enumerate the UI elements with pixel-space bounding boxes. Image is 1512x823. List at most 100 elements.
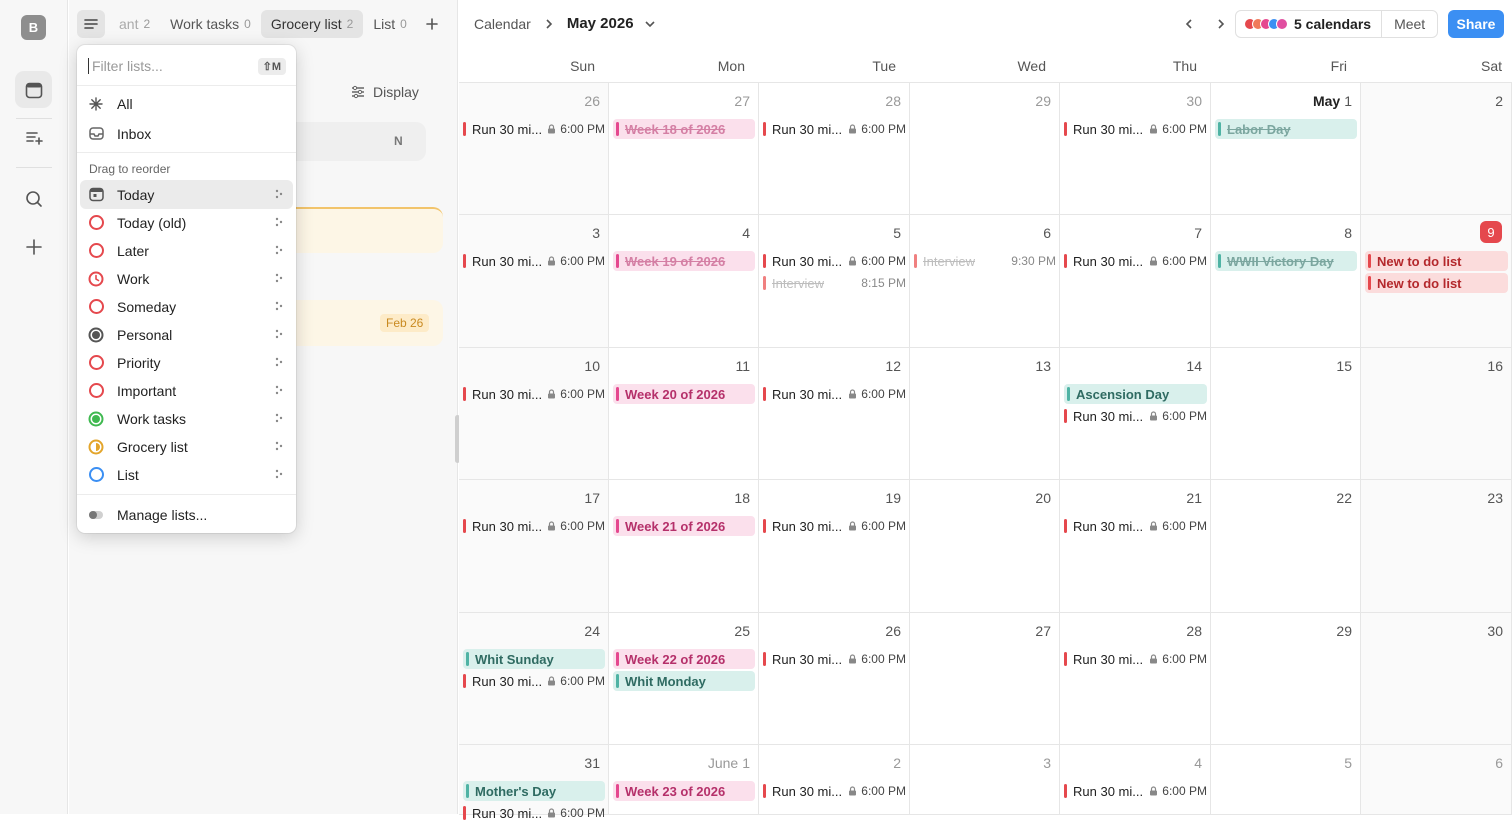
day-cell[interactable]: 13: [910, 348, 1060, 480]
avatar[interactable]: B: [21, 15, 46, 40]
meet-button[interactable]: Meet: [1381, 11, 1437, 37]
list-item-someday[interactable]: Someday: [80, 292, 293, 321]
day-cell[interactable]: 27: [910, 613, 1060, 745]
calendar-event[interactable]: Week 18 of 2026: [613, 119, 755, 139]
tab-grocery-list[interactable]: Grocery list 2: [260, 10, 364, 38]
list-item-inbox[interactable]: Inbox: [80, 119, 293, 148]
day-cell[interactable]: 31 Mother's Day Run 30 mi... 6:00 PM: [459, 745, 609, 821]
day-cell[interactable]: 2 Run 30 mi... 6:00 PM: [759, 745, 910, 815]
day-cell[interactable]: 5: [1211, 745, 1361, 815]
add-button[interactable]: [15, 228, 52, 265]
calendar-event[interactable]: Run 30 mi... 6:00 PM: [1064, 781, 1207, 801]
calendar-event[interactable]: Run 30 mi... 6:00 PM: [1064, 251, 1207, 271]
calendar-event[interactable]: Week 19 of 2026: [613, 251, 755, 271]
drag-handle-icon[interactable]: [275, 329, 283, 339]
calendar-event[interactable]: Mother's Day: [463, 781, 605, 801]
day-cell[interactable]: 4 Week 19 of 2026: [609, 215, 759, 348]
drag-handle-icon[interactable]: [275, 273, 283, 283]
day-cell[interactable]: 27 Week 18 of 2026: [609, 83, 759, 215]
task-list-nav-button[interactable]: [15, 119, 52, 156]
day-cell[interactable]: 9 New to do list New to do list: [1361, 215, 1512, 348]
day-cell[interactable]: 14 Ascension Day Run 30 mi... 6:00 PM: [1060, 348, 1211, 480]
day-cell[interactable]: 21 Run 30 mi... 6:00 PM: [1060, 480, 1211, 613]
list-item-work-tasks[interactable]: Work tasks: [80, 404, 293, 433]
day-cell[interactable]: 4 Run 30 mi... 6:00 PM: [1060, 745, 1211, 815]
calendar-event[interactable]: Week 21 of 2026: [613, 516, 755, 536]
list-item-today-old[interactable]: Today (old): [80, 208, 293, 237]
drag-handle-icon[interactable]: [275, 217, 283, 227]
day-cell[interactable]: 2: [1361, 83, 1512, 215]
calendar-event[interactable]: Run 30 mi... 6:00 PM: [463, 803, 605, 823]
calendar-event[interactable]: Run 30 mi... 6:00 PM: [763, 119, 906, 139]
day-cell[interactable]: 16: [1361, 348, 1512, 480]
calendar-event[interactable]: Run 30 mi... 6:00 PM: [463, 384, 605, 404]
day-cell[interactable]: 23: [1361, 480, 1512, 613]
day-cell[interactable]: 18 Week 21 of 2026: [609, 480, 759, 613]
day-cell[interactable]: 6: [1361, 745, 1512, 815]
day-cell[interactable]: 11 Week 20 of 2026: [609, 348, 759, 480]
day-cell[interactable]: 3: [910, 745, 1060, 815]
manage-lists-button[interactable]: Manage lists...: [80, 500, 293, 529]
drag-handle-icon[interactable]: [275, 245, 283, 255]
calendar-event[interactable]: Run 30 mi... 6:00 PM: [1064, 119, 1207, 139]
list-item-grocery-list[interactable]: Grocery list: [80, 432, 293, 461]
calendar-event[interactable]: New to do list: [1365, 251, 1508, 271]
day-cell[interactable]: 8 WWII Victory Day: [1211, 215, 1361, 348]
previous-month-button[interactable]: [1173, 12, 1205, 36]
calendar-event[interactable]: Ascension Day: [1064, 384, 1207, 404]
day-cell[interactable]: 30 Run 30 mi... 6:00 PM: [1060, 83, 1211, 215]
day-cell[interactable]: 7 Run 30 mi... 6:00 PM: [1060, 215, 1211, 348]
day-cell[interactable]: 25 Week 22 of 2026 Whit Monday: [609, 613, 759, 745]
calendar-event[interactable]: Week 23 of 2026: [613, 781, 755, 801]
list-item-list[interactable]: List: [80, 460, 293, 489]
add-list-button[interactable]: [421, 10, 443, 38]
calendar-event[interactable]: Interview 9:30 PM: [914, 251, 1056, 271]
lists-menu-button[interactable]: [77, 10, 105, 38]
day-cell[interactable]: 6 Interview 9:30 PM: [910, 215, 1060, 348]
search-button[interactable]: [15, 180, 52, 217]
share-button[interactable]: Share: [1448, 10, 1504, 38]
list-item-later[interactable]: Later: [80, 236, 293, 265]
calendars-button[interactable]: 5 calendars: [1294, 16, 1371, 32]
day-cell[interactable]: 28 Run 30 mi... 6:00 PM: [759, 83, 910, 215]
calendar-event[interactable]: Whit Monday: [613, 671, 755, 691]
day-cell[interactable]: 26 Run 30 mi... 6:00 PM: [759, 613, 910, 745]
drag-handle-icon[interactable]: [275, 441, 283, 451]
day-cell[interactable]: 26 Run 30 mi... 6:00 PM: [459, 83, 609, 215]
calendar-color-dots[interactable]: [1244, 18, 1288, 30]
drag-handle-icon[interactable]: [275, 189, 283, 199]
drag-handle-icon[interactable]: [275, 385, 283, 395]
day-cell[interactable]: 3 Run 30 mi... 6:00 PM: [459, 215, 609, 348]
calendar-event[interactable]: Whit Sunday: [463, 649, 605, 669]
calendar-event[interactable]: Run 30 mi... 6:00 PM: [463, 516, 605, 536]
list-item-all[interactable]: All: [80, 89, 293, 118]
day-cell[interactable]: 17 Run 30 mi... 6:00 PM: [459, 480, 609, 613]
day-cell[interactable]: May 1 Labor Day: [1211, 83, 1361, 215]
day-cell[interactable]: 10 Run 30 mi... 6:00 PM: [459, 348, 609, 480]
day-cell[interactable]: 15: [1211, 348, 1361, 480]
calendar-event[interactable]: WWII Victory Day: [1215, 251, 1357, 271]
day-cell[interactable]: 19 Run 30 mi... 6:00 PM: [759, 480, 910, 613]
day-cell[interactable]: 22: [1211, 480, 1361, 613]
list-item-important[interactable]: Important: [80, 376, 293, 405]
calendar-event[interactable]: Run 30 mi... 6:00 PM: [1064, 406, 1207, 426]
list-item-work[interactable]: Work: [80, 264, 293, 293]
drag-handle-icon[interactable]: [275, 357, 283, 367]
list-item-priority[interactable]: Priority: [80, 348, 293, 377]
day-cell[interactable]: 29: [1211, 613, 1361, 745]
calendar-event[interactable]: Run 30 mi... 6:00 PM: [763, 781, 906, 801]
tab-important[interactable]: ant 2: [113, 10, 160, 38]
filter-lists-input[interactable]: Filter lists... ⇧M: [88, 54, 286, 78]
calendar-event[interactable]: Run 30 mi... 6:00 PM: [763, 649, 906, 669]
day-cell[interactable]: 30: [1361, 613, 1512, 745]
next-month-button[interactable]: [1205, 12, 1237, 36]
day-cell[interactable]: 5 Run 30 mi... 6:00 PM Interview 8:15 PM: [759, 215, 910, 348]
calendar-event[interactable]: Run 30 mi... 6:00 PM: [763, 251, 906, 271]
calendar-event[interactable]: Run 30 mi... 6:00 PM: [463, 119, 605, 139]
breadcrumb-root[interactable]: Calendar: [474, 16, 531, 32]
display-options-button[interactable]: Display: [351, 84, 419, 100]
calendar-event[interactable]: Run 30 mi... 6:00 PM: [463, 671, 605, 691]
calendar-event[interactable]: New to do list: [1365, 273, 1508, 293]
calendar-event[interactable]: Run 30 mi... 6:00 PM: [463, 251, 605, 271]
day-cell[interactable]: 12 Run 30 mi... 6:00 PM: [759, 348, 910, 480]
